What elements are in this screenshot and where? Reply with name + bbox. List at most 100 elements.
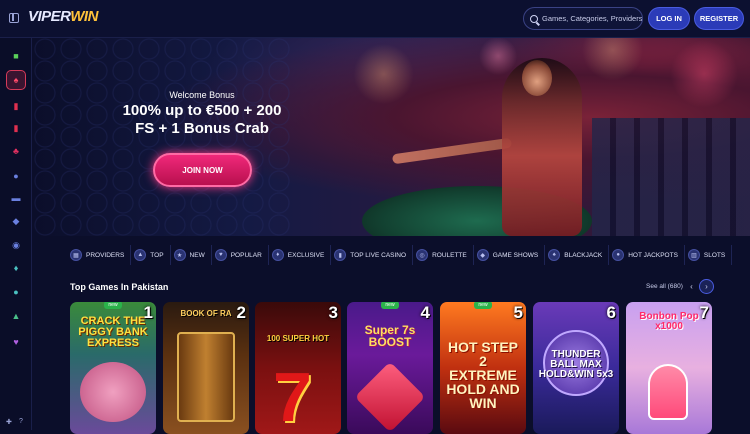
chevron-left-icon[interactable]: ‹ bbox=[684, 279, 699, 294]
category-label: SLOTS bbox=[703, 251, 726, 259]
join-now-button[interactable]: JOIN NOW bbox=[153, 153, 252, 187]
game-cards-row: CRACK THE PIGGY BANK EXPRESS new 1 BOOK … bbox=[70, 302, 750, 434]
exclusive-icon: ♦ bbox=[271, 249, 284, 261]
category-hot-jackpots[interactable]: ● HOT JACKPOTS bbox=[612, 245, 685, 265]
category-new[interactable]: ★ NEW bbox=[173, 245, 212, 265]
book-image bbox=[177, 332, 235, 422]
category-slots[interactable]: ▥ SLOTS bbox=[687, 245, 733, 265]
hero-title-line1: 100% up to €500 + 200 bbox=[122, 102, 282, 119]
logo-text-viper: VIPER bbox=[28, 8, 71, 25]
vip-icon[interactable]: ♥ bbox=[6, 332, 26, 352]
hero-subtitle: Welcome Bonus bbox=[169, 90, 235, 100]
game-rank: 3 bbox=[328, 303, 338, 322]
site-logo[interactable]: VIPERWIN bbox=[28, 8, 98, 25]
category-label: PROVIDERS bbox=[86, 251, 125, 259]
game-rank: 2 bbox=[236, 303, 246, 322]
search-icon bbox=[530, 14, 538, 23]
game-title: BOOK OF RA bbox=[180, 309, 232, 318]
category-label: TOP bbox=[150, 251, 164, 259]
game-shows-icon: ◆ bbox=[476, 249, 489, 261]
game-card[interactable]: Bonbon Pop x1000 7 bbox=[626, 302, 712, 434]
search-input[interactable] bbox=[542, 14, 642, 23]
see-all-link[interactable]: See all (680) bbox=[646, 283, 683, 290]
game-rank: 5 bbox=[513, 303, 523, 322]
game-rank: 6 bbox=[606, 303, 616, 322]
category-popular[interactable]: ♥ POPULAR bbox=[214, 245, 269, 265]
game-title: Bonbon Pop x1000 bbox=[639, 311, 699, 332]
chevron-right-icon[interactable]: › bbox=[699, 279, 714, 294]
search-box[interactable] bbox=[523, 7, 643, 30]
new-badge: new bbox=[381, 302, 399, 309]
game-card[interactable]: CRACK THE PIGGY BANK EXPRESS new 1 bbox=[70, 302, 156, 434]
gift-icon[interactable]: ■ bbox=[6, 46, 26, 66]
section-title: Top Games In Pakistan bbox=[70, 282, 169, 292]
game-card[interactable]: HOT STEP 2 EXTREME HOLD AND WIN new 5 bbox=[440, 302, 526, 434]
dealer-head-image bbox=[522, 60, 552, 96]
roulette-icon: ◎ bbox=[416, 249, 429, 261]
lock-icon[interactable]: ▲ bbox=[6, 306, 26, 326]
game-rank: 4 bbox=[420, 303, 430, 322]
category-label: ROULETTE bbox=[432, 251, 467, 259]
game-rank: 7 bbox=[699, 303, 709, 322]
poker-icon[interactable]: ♣ bbox=[6, 141, 26, 161]
category-game-shows[interactable]: ◆ GAME SHOWS bbox=[476, 245, 546, 265]
language-flag-icon[interactable]: ✚ bbox=[6, 418, 12, 426]
logo-text-win: WIN bbox=[70, 8, 98, 25]
category-label: HOT JACKPOTS bbox=[628, 251, 678, 259]
top-icon: ▲ bbox=[134, 249, 147, 261]
category-roulette[interactable]: ◎ ROULETTE bbox=[416, 245, 474, 265]
hero-title: 100% up to €500 + 200 FS + 1 Bonus Crab bbox=[112, 102, 292, 138]
category-top[interactable]: ▲ TOP bbox=[134, 245, 171, 265]
slots-icon: ▥ bbox=[687, 249, 700, 261]
popular-icon: ♥ bbox=[214, 249, 227, 261]
game-title: HOT STEP 2 EXTREME HOLD AND WIN bbox=[446, 339, 520, 411]
login-button[interactable]: LOG IN bbox=[648, 7, 690, 30]
casino-icon[interactable]: ♠ bbox=[6, 70, 26, 90]
category-blackjack[interactable]: ♠ BLACKJACK bbox=[548, 245, 610, 265]
register-button[interactable]: REGISTER bbox=[694, 7, 744, 30]
game-rank: 1 bbox=[143, 303, 153, 322]
crypto-icon[interactable]: ● bbox=[6, 282, 26, 302]
game-title: THUNDER BALL MAX HOLD&WIN 5x3 bbox=[538, 349, 614, 380]
category-label: TOP LIVE CASINO bbox=[350, 251, 407, 259]
diamond-image bbox=[354, 361, 426, 433]
category-label: POPULAR bbox=[230, 251, 262, 259]
hero-title-line2: FS + 1 Bonus Crab bbox=[135, 120, 269, 137]
category-label: EXCLUSIVE bbox=[287, 251, 325, 259]
game-title: Super 7s BOOST bbox=[364, 323, 416, 349]
category-bar: ▦ PROVIDERS ▲ TOP ★ NEW ♥ POPULAR ♦ EXCLUSIVE… bbox=[70, 245, 750, 265]
slots-icon[interactable]: ▮ bbox=[6, 96, 26, 116]
category-providers[interactable]: ▦ PROVIDERS bbox=[70, 245, 132, 265]
category-top-live-casino[interactable]: ▮ TOP LIVE CASINO bbox=[334, 245, 414, 265]
game-card[interactable]: THUNDER BALL MAX HOLD&WIN 5x3 6 bbox=[533, 302, 619, 434]
seven-symbol: 7 bbox=[273, 358, 312, 434]
new-icon: ★ bbox=[173, 249, 186, 261]
game-title: 100 SUPER HOT bbox=[266, 334, 330, 343]
game-card[interactable]: 7 100 SUPER HOT 3 bbox=[255, 302, 341, 434]
providers-icon: ▦ bbox=[70, 249, 82, 261]
help-icon[interactable]: ? bbox=[19, 418, 23, 425]
game-card[interactable]: Super 7s BOOST new 4 bbox=[347, 302, 433, 434]
game-card[interactable]: BOOK OF RA 2 bbox=[163, 302, 249, 434]
slot-machines-image bbox=[592, 118, 750, 236]
live-icon[interactable]: ▮ bbox=[6, 118, 26, 138]
category-label: BLACKJACK bbox=[564, 251, 603, 259]
blackjack-icon: ♠ bbox=[548, 249, 561, 261]
diamond-icon[interactable]: ♦ bbox=[6, 258, 26, 278]
sidebar: ■ ♠ ▮ ▮ ♣ ● ▬ ◆ ◉ ♦ ● ▲ ♥ bbox=[0, 38, 32, 430]
sports-icon[interactable]: ● bbox=[6, 166, 26, 186]
popsicle-image bbox=[648, 364, 688, 420]
pin-icon[interactable]: ◉ bbox=[6, 235, 26, 255]
jackpot-icon: ● bbox=[612, 249, 625, 261]
category-label: GAME SHOWS bbox=[492, 251, 539, 259]
game-title: CRACK THE PIGGY BANK EXPRESS bbox=[78, 315, 148, 349]
hero-banner: Welcome Bonus 100% up to €500 + 200 FS +… bbox=[32, 38, 750, 236]
new-badge: new bbox=[104, 302, 122, 309]
gamepad-icon[interactable]: ◆ bbox=[6, 211, 26, 231]
category-label: NEW bbox=[189, 251, 205, 259]
new-badge: new bbox=[474, 302, 492, 309]
category-exclusive[interactable]: ♦ EXCLUSIVE bbox=[271, 245, 332, 265]
sidebar-toggle-icon[interactable] bbox=[9, 13, 19, 23]
tv-icon[interactable]: ▬ bbox=[6, 188, 26, 208]
live-casino-icon: ▮ bbox=[334, 249, 347, 261]
